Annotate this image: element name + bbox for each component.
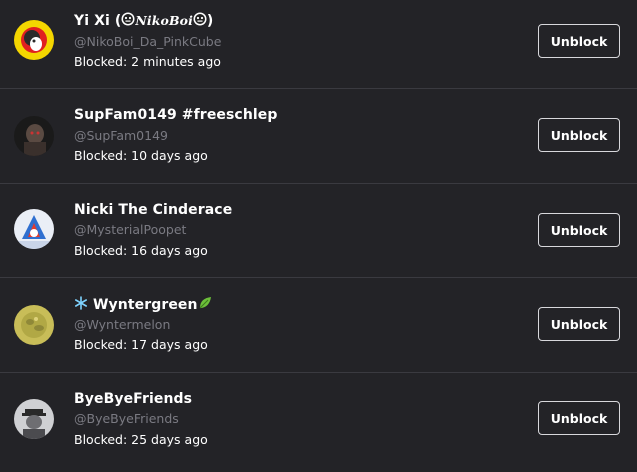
- blocked-user-row: Wyntergreen @Wyntermelon Blocked: 17 day…: [0, 283, 637, 377]
- blocked-users-list: Yi Xi ( NikoBoi) @NikoBoi_Da_PinkCube Blo…: [0, 0, 637, 461]
- avatar[interactable]: [14, 209, 54, 249]
- display-name[interactable]: SupFam0149 #freeschlep: [74, 107, 278, 123]
- snowflake-emoji-icon: [74, 296, 88, 314]
- display-name[interactable]: Yi Xi ( NikoBoi): [74, 12, 213, 30]
- avatar-image: [14, 116, 54, 156]
- unblock-button[interactable]: Unblock: [538, 24, 620, 58]
- avatar[interactable]: [14, 20, 54, 60]
- hot-face-emoji-icon: [121, 12, 135, 30]
- user-handle: @Wyntermelon: [74, 317, 171, 332]
- blocked-user-row: SupFam0149 #freeschlep @SupFam0149 Block…: [0, 94, 637, 188]
- row-divider: [0, 183, 637, 184]
- avatar[interactable]: [14, 116, 54, 156]
- unblock-button[interactable]: Unblock: [538, 118, 620, 152]
- unblock-button[interactable]: Unblock: [538, 213, 620, 247]
- unblock-button[interactable]: Unblock: [538, 401, 620, 435]
- blocked-timestamp: Blocked: 25 days ago: [74, 432, 208, 447]
- blocked-user-row: ByeByeFriends @ByeByeFriends Blocked: 25…: [0, 378, 637, 472]
- row-divider: [0, 277, 637, 278]
- blocked-user-row: Nicki The Cinderace @MysterialPoopet Blo…: [0, 189, 637, 283]
- hot-face-emoji-icon: [193, 12, 207, 30]
- unblock-button[interactable]: Unblock: [538, 307, 620, 341]
- row-divider: [0, 372, 637, 373]
- user-handle: @MysterialPoopet: [74, 222, 187, 237]
- display-name[interactable]: Nicki The Cinderace: [74, 202, 232, 218]
- avatar-image: [14, 305, 54, 345]
- avatar-image: [14, 209, 54, 249]
- blocked-timestamp: Blocked: 16 days ago: [74, 243, 208, 258]
- avatar[interactable]: [14, 399, 54, 439]
- display-name-fancy: NikoBoi: [135, 13, 193, 28]
- avatar[interactable]: [14, 305, 54, 345]
- row-divider: [0, 88, 637, 89]
- user-handle: @NikoBoi_Da_PinkCube: [74, 34, 222, 49]
- blocked-user-row: Yi Xi ( NikoBoi) @NikoBoi_Da_PinkCube Blo…: [0, 0, 637, 94]
- avatar-image: [14, 399, 54, 439]
- avatar-image: [14, 20, 54, 60]
- blocked-timestamp: Blocked: 2 minutes ago: [74, 54, 221, 69]
- user-handle: @SupFam0149: [74, 128, 168, 143]
- display-name-suffix: ): [206, 13, 214, 29]
- display-name-text: Wyntergreen: [92, 297, 198, 313]
- leaf-emoji-icon: [198, 296, 212, 314]
- display-name[interactable]: Wyntergreen: [74, 296, 212, 314]
- blocked-timestamp: Blocked: 17 days ago: [74, 337, 208, 352]
- display-name[interactable]: ByeByeFriends: [74, 391, 192, 407]
- blocked-timestamp: Blocked: 10 days ago: [74, 148, 208, 163]
- user-handle: @ByeByeFriends: [74, 411, 179, 426]
- display-name-prefix: Yi Xi (: [74, 13, 122, 29]
